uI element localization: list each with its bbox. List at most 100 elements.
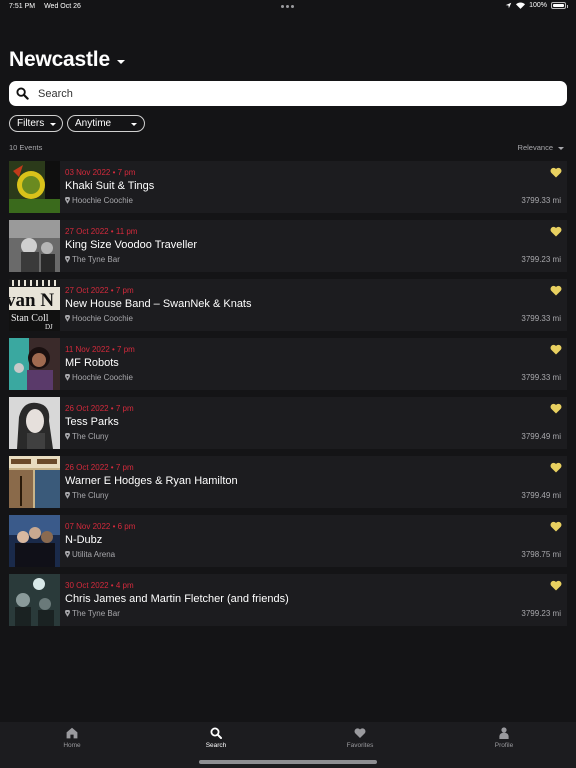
chevron-down-icon [116,59,125,64]
favorite-heart-icon[interactable] [550,285,562,296]
sort-label: Relevance [517,143,553,152]
event-date: 07 Nov 2022 • 6 pm [65,522,136,531]
sort-button[interactable]: Relevance [518,143,564,152]
heart-icon [354,728,366,738]
city-selector[interactable]: Newcastle [9,48,125,72]
event-venue: The Cluny [65,432,108,441]
event-list: 03 Nov 2022 • 7 pm Khaki Suit & Tings Ho… [9,161,567,633]
home-icon [66,727,78,739]
chevron-down-icon [558,146,564,150]
city-title: Newcastle [9,48,110,71]
event-card[interactable]: 07 Nov 2022 • 6 pm N-Dubz Utilita Arena … [9,515,567,567]
event-distance: 3798.75 mi [521,550,561,559]
wifi-icon [516,2,526,9]
event-date: 30 Oct 2022 • 4 pm [65,581,134,590]
event-card[interactable]: 11 Nov 2022 • 7 pm MF Robots Hoochie Coo… [9,338,567,390]
event-title: Tess Parks [65,416,119,428]
event-date: 26 Oct 2022 • 7 pm [65,463,134,472]
home-indicator[interactable] [199,760,377,764]
chevron-down-icon [50,122,57,126]
event-date: 26 Oct 2022 • 7 pm [65,404,134,413]
event-card[interactable]: van N Stan Coll DJ 27 Oct 2022 • 7 pm Ne… [9,279,567,331]
favorite-heart-icon[interactable] [550,521,562,532]
favorite-heart-icon[interactable] [550,580,562,591]
event-card[interactable]: 30 Oct 2022 • 4 pm Chris James and Marti… [9,574,567,626]
screen: 7:51 PM Wed Oct 26 100% Newcastle Filter… [0,0,576,768]
search-icon [210,727,222,739]
event-thumbnail [9,515,60,567]
event-title: MF Robots [65,357,119,369]
event-card[interactable]: 03 Nov 2022 • 7 pm Khaki Suit & Tings Ho… [9,161,567,213]
event-title: Khaki Suit & Tings [65,180,155,192]
favorite-heart-icon[interactable] [550,167,562,178]
status-date: Wed Oct 26 [44,3,81,10]
filters-label: Filters [17,118,45,129]
event-venue: Utilita Arena [65,550,115,559]
search-input[interactable] [38,87,538,100]
favorite-heart-icon[interactable] [550,344,562,355]
event-distance: 3799.33 mi [521,196,561,205]
event-venue: The Cluny [65,491,108,500]
search-bar[interactable] [9,81,567,106]
tab-profile[interactable]: Profile [474,727,534,749]
favorite-heart-icon[interactable] [550,226,562,237]
event-venue-name: Hoochie Coochie [72,314,133,323]
tab-label: Home [63,742,81,749]
map-pin-icon [65,492,70,499]
map-pin-icon [65,197,70,204]
event-distance: 3799.23 mi [521,609,561,618]
thumbnail-text: van N [9,290,54,311]
event-title: Warner E Hodges & Ryan Hamilton [65,475,238,487]
tab-favorites[interactable]: Favorites [330,727,390,749]
event-venue-name: Utilita Arena [72,550,116,559]
event-card[interactable]: 27 Oct 2022 • 11 pm King Size Voodoo Tra… [9,220,567,272]
filters-row: Filters Anytime [9,115,145,132]
status-bar: 7:51 PM Wed Oct 26 100% [0,0,576,14]
tab-home[interactable]: Home [42,727,102,749]
map-pin-icon [65,433,70,440]
event-thumbnail [9,574,60,626]
event-date: 27 Oct 2022 • 7 pm [65,286,134,295]
event-venue-name: The Tyne Bar [72,255,120,264]
event-title: New House Band – SwanNek & Knats [65,298,252,310]
event-thumbnail: van N Stan Coll DJ [9,279,60,331]
time-filter-label: Anytime [75,118,112,129]
battery-icon [551,2,568,9]
tab-search[interactable]: Search [186,727,246,749]
chevron-down-icon [131,122,137,126]
event-thumbnail [9,397,60,449]
event-title: N-Dubz [65,534,103,546]
map-pin-icon [65,315,70,322]
time-filter-button[interactable]: Anytime [67,115,145,132]
status-time: 7:51 PM [9,3,36,10]
event-card[interactable]: 26 Oct 2022 • 7 pm Warner E Hodges & Rya… [9,456,567,508]
favorite-heart-icon[interactable] [550,462,562,473]
event-venue: The Tyne Bar [65,609,120,618]
event-venue-name: The Tyne Bar [72,609,120,618]
filters-button[interactable]: Filters [9,115,63,132]
tab-label: Profile [494,742,514,749]
event-date: 27 Oct 2022 • 11 pm [65,227,138,236]
multitasking-dots-icon[interactable] [281,5,294,8]
event-venue: The Tyne Bar [65,255,120,264]
person-icon [499,727,509,739]
event-distance: 3799.33 mi [521,373,561,382]
event-distance: 3799.33 mi [521,314,561,323]
search-icon [16,87,29,100]
event-card[interactable]: 26 Oct 2022 • 7 pm Tess Parks The Cluny … [9,397,567,449]
event-distance: 3799.49 mi [521,432,561,441]
event-venue: Hoochie Coochie [65,314,133,323]
map-pin-icon [65,256,70,263]
event-thumbnail [9,338,60,390]
event-venue: Hoochie Coochie [65,373,133,382]
map-pin-icon [65,610,70,617]
favorite-heart-icon[interactable] [550,403,562,414]
thumbnail-text: Stan Coll [11,313,49,324]
event-date: 11 Nov 2022 • 7 pm [65,345,135,354]
event-distance: 3799.49 mi [521,491,561,500]
location-icon [505,2,512,9]
event-title: Chris James and Martin Fletcher (and fri… [65,593,289,605]
event-thumbnail [9,220,60,272]
event-distance: 3799.23 mi [521,255,561,264]
event-title: King Size Voodoo Traveller [65,239,198,251]
